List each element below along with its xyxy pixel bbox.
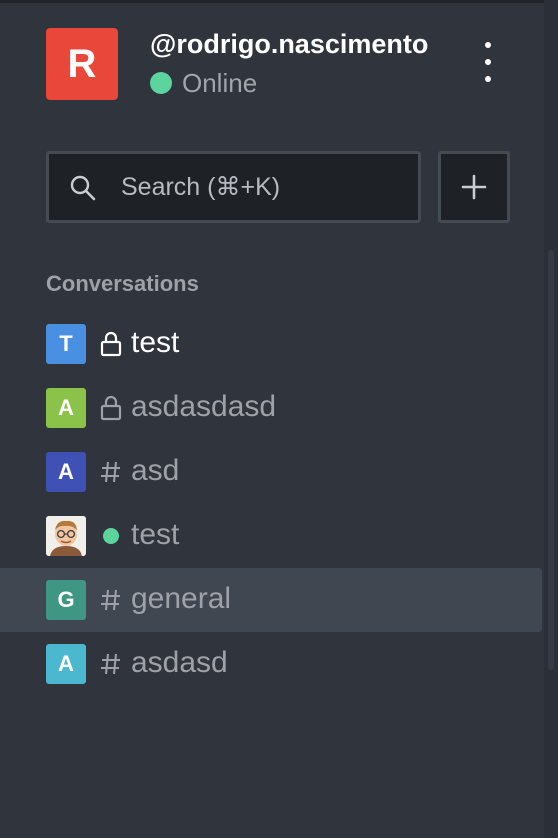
user-status: Online — [150, 68, 257, 98]
conversation-avatar: T — [46, 324, 86, 364]
conversation-avatar — [46, 516, 86, 556]
status-text: Online — [182, 68, 258, 98]
conversation-name: general — [131, 582, 232, 615]
hash-icon — [98, 458, 124, 486]
kebab-menu-icon[interactable] — [474, 42, 502, 82]
status-online-icon — [150, 72, 172, 94]
conversation-list: Ttest Aasdasdasd Aasd test Ggeneral Aasdasd — [0, 312, 542, 696]
conversation-avatar: A — [46, 388, 86, 428]
conversation-item-asdasd[interactable]: Aasdasd — [0, 632, 542, 696]
hash-icon — [98, 586, 124, 614]
search-box[interactable] — [46, 151, 421, 223]
conversation-item-asd[interactable]: Aasd — [0, 440, 542, 504]
conversation-avatar: A — [46, 644, 86, 684]
search-input[interactable] — [121, 154, 411, 220]
plus-icon — [461, 174, 487, 200]
conversation-name: asdasd — [131, 646, 228, 679]
conversation-avatar: G — [46, 580, 86, 620]
sidebar: R @rodrigo.nascimento Online Conversatio… — [0, 0, 558, 838]
search-icon — [70, 175, 96, 201]
conversation-name: test — [131, 326, 180, 359]
scrollbar[interactable] — [544, 0, 558, 838]
conversation-item-general[interactable]: Ggeneral — [0, 568, 542, 632]
conversation-item-asdasdasd[interactable]: Aasdasdasd — [0, 376, 542, 440]
lock-icon — [98, 330, 124, 358]
top-edge — [0, 0, 558, 3]
hash-icon — [98, 650, 124, 678]
conversation-item-test[interactable]: Ttest — [0, 312, 542, 376]
add-button[interactable] — [438, 151, 510, 223]
conversation-name: asdasdasd — [131, 390, 277, 423]
section-title: Conversations — [46, 271, 199, 296]
conversation-name: test — [131, 518, 180, 551]
lock-icon — [98, 394, 124, 422]
conversation-name: asd — [131, 454, 180, 487]
conversation-item-test[interactable]: test — [0, 504, 542, 568]
user-header: R @rodrigo.nascimento Online — [46, 28, 516, 100]
user-avatar[interactable]: R — [46, 28, 118, 100]
username[interactable]: @rodrigo.nascimento — [150, 28, 440, 60]
presence-online-icon — [98, 522, 124, 550]
scrollbar-thumb[interactable] — [548, 250, 554, 670]
conversation-avatar: A — [46, 452, 86, 492]
